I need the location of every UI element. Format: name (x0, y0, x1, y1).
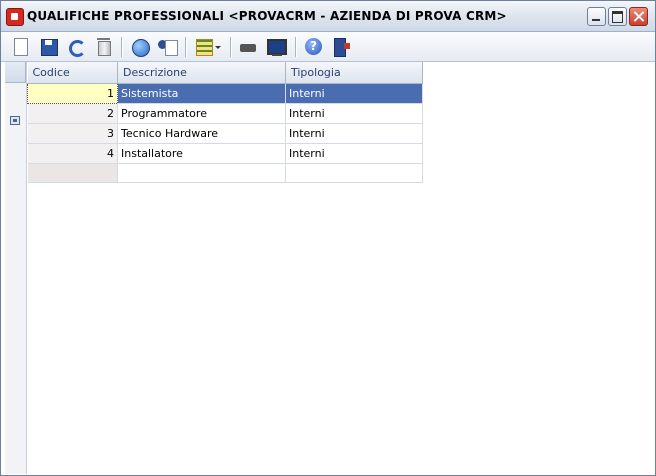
globe-icon[interactable] (129, 36, 151, 58)
maximize-button[interactable] (608, 7, 627, 26)
new-cell-descrizione[interactable] (117, 163, 286, 183)
cell-codice[interactable]: 4 (27, 143, 118, 164)
print-icon[interactable] (237, 36, 259, 58)
grid-corner[interactable] (5, 62, 26, 83)
column-header-tipologia[interactable]: Tipologia (285, 62, 423, 84)
application-window: QUALIFICHE PROFESSIONALI <PROVACRM - AZI… (0, 0, 656, 476)
cell-tipologia[interactable]: Interni (285, 143, 423, 164)
undo-icon[interactable] (65, 36, 87, 58)
window-title: QUALIFICHE PROFESSIONALI <PROVACRM - AZI… (27, 9, 507, 23)
contact-card-icon[interactable] (156, 36, 178, 58)
toolbar-separator (230, 37, 232, 57)
cell-codice[interactable]: 3 (27, 123, 118, 144)
app-icon[interactable] (6, 8, 24, 26)
monitor-icon[interactable] (265, 36, 287, 58)
cell-descrizione[interactable]: Sistemista (117, 83, 286, 104)
header-row: Codice Descrizione Tipologia (27, 62, 423, 84)
new-row[interactable] (27, 163, 423, 183)
cell-tipologia[interactable]: Interni (285, 103, 423, 124)
cell-tipologia[interactable]: Interni (285, 123, 423, 144)
toolbar (1, 32, 655, 62)
cell-descrizione[interactable]: Tecnico Hardware (117, 123, 286, 144)
column-header-codice[interactable]: Codice (27, 62, 118, 84)
row-indicator-icon (10, 116, 20, 125)
new-cell-tipologia[interactable] (285, 163, 423, 183)
list-options-icon[interactable] (193, 36, 223, 58)
title-bar[interactable]: QUALIFICHE PROFESSIONALI <PROVACRM - AZI… (1, 1, 655, 32)
cell-descrizione[interactable]: Programmatore (117, 103, 286, 124)
table-row[interactable]: 3 Tecnico Hardware Interni (27, 123, 423, 144)
trash-icon[interactable] (93, 36, 115, 58)
toolbar-separator (295, 37, 297, 57)
exit-icon[interactable] (330, 36, 352, 58)
new-document-icon[interactable] (10, 36, 32, 58)
table-row[interactable]: 2 Programmatore Interni (27, 103, 423, 124)
data-grid[interactable]: Codice Descrizione Tipologia 1 Sistemist… (1, 62, 655, 475)
column-header-descrizione[interactable]: Descrizione (117, 62, 286, 84)
toolbar-separator (185, 37, 187, 57)
grid-table: Codice Descrizione Tipologia 1 Sistemist… (27, 62, 423, 183)
minimize-button[interactable] (587, 7, 606, 26)
help-icon[interactable] (303, 36, 325, 58)
table-row[interactable]: 4 Installatore Interni (27, 143, 423, 164)
cell-codice[interactable]: 1 (27, 82, 118, 104)
cell-codice[interactable]: 2 (27, 103, 118, 124)
close-button[interactable] (629, 7, 648, 26)
toolbar-separator (121, 37, 123, 57)
new-cell-codice[interactable] (27, 163, 118, 183)
table-row[interactable]: 1 Sistemista Interni (27, 82, 423, 104)
cell-descrizione[interactable]: Installatore (117, 143, 286, 164)
cell-tipologia[interactable]: Interni (285, 83, 423, 104)
save-icon[interactable] (38, 36, 60, 58)
